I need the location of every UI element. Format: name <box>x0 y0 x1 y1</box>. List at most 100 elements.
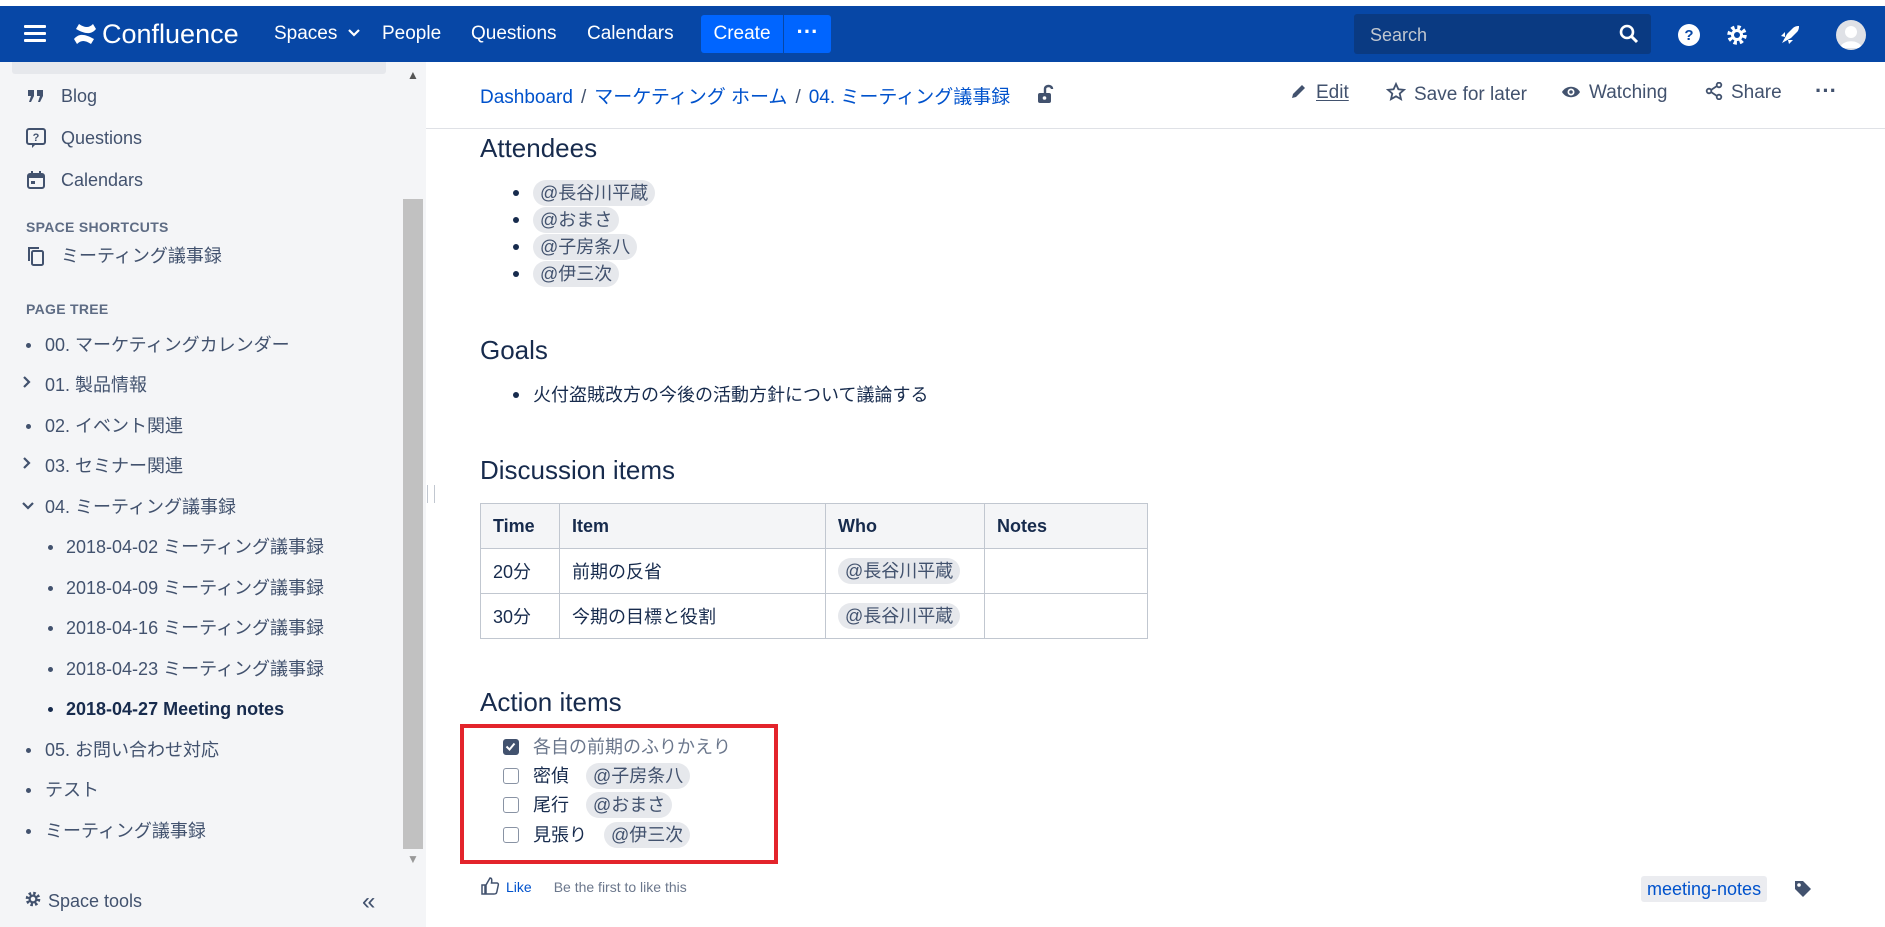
task-checkbox[interactable] <box>503 739 519 755</box>
tree-item[interactable]: テスト <box>26 775 99 805</box>
scroll-down-arrow[interactable]: ▼ <box>407 852 419 866</box>
breadcrumb-marketing-home[interactable]: マーケティング ホーム <box>594 87 787 108</box>
user-mention[interactable]: @長谷川平蔵 <box>533 180 656 206</box>
table-cell: @長谷川平蔵 <box>825 548 985 594</box>
tree-item[interactable]: 2018-04-09 ミーティング議事録 <box>48 573 324 603</box>
goal-item: 火付盗賊改方の今後の活動方針について議論する <box>513 382 928 408</box>
share-button[interactable]: Share <box>1705 82 1782 104</box>
sidebar-item-label: Calendars <box>61 170 144 190</box>
user-mention[interactable]: @おまさ <box>586 792 673 818</box>
bullet-icon <box>48 667 53 672</box>
tree-item[interactable]: 2018-04-16 ミーティング議事録 <box>48 613 324 643</box>
space-tools-button[interactable]: Space tools <box>24 890 142 912</box>
thumbs-up-icon[interactable] <box>480 876 500 896</box>
user-mention[interactable]: @子房条八 <box>586 763 691 789</box>
attendee-item: @おまさ <box>513 207 620 233</box>
bullet-icon <box>26 748 31 753</box>
search-box[interactable] <box>1354 14 1651 54</box>
breadcrumb-meeting-minutes[interactable]: 04. ミーティング議事録 <box>809 87 1011 108</box>
tree-item[interactable]: 02. イベント関連 <box>26 411 183 441</box>
tree-item-label: 00. マーケティングカレンダー <box>45 335 290 355</box>
tree-item-label: 2018-04-23 ミーティング議事録 <box>66 659 324 679</box>
table-cell <box>984 548 1148 594</box>
search-input[interactable] <box>1368 22 1612 48</box>
table-cell: 前期の反省 <box>559 548 826 594</box>
tree-item-label: 2018-04-02 ミーティング議事録 <box>66 537 324 557</box>
collapse-sidebar-icon[interactable]: « <box>362 888 375 916</box>
edit-button[interactable]: Edit <box>1290 82 1349 104</box>
svg-text:?: ? <box>33 132 40 144</box>
table-cell: 30分 <box>480 593 560 639</box>
task-checkbox[interactable] <box>503 797 519 813</box>
copy-icon <box>28 247 44 266</box>
watching-button[interactable]: Watching <box>1561 82 1668 104</box>
tree-item[interactable]: 01. 製品情報 <box>22 370 147 400</box>
questions-link[interactable]: Questions <box>471 6 557 62</box>
task-text: 密偵 <box>533 766 569 786</box>
menu-icon[interactable] <box>24 25 46 43</box>
table-row: 20分 前期の反省 @長谷川平蔵 <box>480 548 1148 594</box>
tree-item-label: 2018-04-27 Meeting notes <box>66 699 285 719</box>
discussion-table: Time Item Who Notes 20分 前期の反省 @長谷川平蔵 30分… <box>480 503 1148 639</box>
search-icon[interactable] <box>1619 24 1639 44</box>
table-cell <box>984 593 1148 639</box>
user-avatar[interactable] <box>1836 20 1866 50</box>
bullet-icon <box>26 829 31 834</box>
more-actions-button[interactable]: ··· <box>1815 78 1837 104</box>
create-more-button[interactable]: ··· <box>784 15 831 53</box>
confluence-logo-icon <box>74 24 96 44</box>
tree-item[interactable]: 05. お問い合わせ対応 <box>26 735 219 765</box>
save-for-later-button[interactable]: Save for later <box>1386 82 1527 106</box>
calendars-link[interactable]: Calendars <box>587 6 674 62</box>
chevron-right-icon[interactable] <box>22 451 32 481</box>
sidebar-item-partial[interactable] <box>12 62 386 74</box>
tree-item-current[interactable]: 2018-04-27 Meeting notes <box>48 694 284 724</box>
tree-item[interactable]: ミーティング議事録 <box>26 816 206 846</box>
svg-text:?: ? <box>1684 27 1693 44</box>
confluence-logo[interactable]: Confluence <box>72 6 239 62</box>
tag-icon[interactable] <box>1793 879 1813 899</box>
sidebar-item-label: Questions <box>61 128 143 148</box>
chevron-right-icon[interactable] <box>22 370 32 400</box>
tree-item-label: 04. ミーティング議事録 <box>45 497 236 517</box>
tree-item-label: 02. イベント関連 <box>45 416 184 436</box>
task-checkbox[interactable] <box>503 827 519 843</box>
logo-text: Confluence <box>102 19 239 49</box>
column-header: Who <box>825 503 985 549</box>
gear-icon[interactable] <box>1725 23 1749 47</box>
table-cell: 今期の目標と役割 <box>559 593 826 639</box>
task-checkbox[interactable] <box>503 768 519 784</box>
user-mention[interactable]: @伊三次 <box>533 261 620 287</box>
bullet-icon <box>48 545 53 550</box>
tree-item[interactable]: 03. セミナー関連 <box>22 451 183 481</box>
user-mention[interactable]: @伊三次 <box>604 822 691 848</box>
tree-item[interactable]: 00. マーケティングカレンダー <box>26 330 290 360</box>
scroll-up-arrow[interactable]: ▲ <box>407 68 419 82</box>
like-link[interactable]: Like <box>506 879 532 895</box>
user-mention[interactable]: @長谷川平蔵 <box>838 558 961 584</box>
pencil-icon <box>1292 85 1305 98</box>
spaces-menu[interactable]: Spaces <box>274 6 360 62</box>
user-mention[interactable]: @子房条八 <box>533 234 638 260</box>
help-icon[interactable]: ? <box>1677 23 1701 47</box>
chevron-down-icon <box>347 29 360 37</box>
user-mention[interactable]: @おまさ <box>533 207 620 233</box>
create-button[interactable]: Create <box>701 15 783 53</box>
tree-item[interactable]: 2018-04-23 ミーティング議事録 <box>48 654 324 684</box>
action-items-heading: Action items <box>480 687 622 717</box>
sidebar-resize-handle[interactable] <box>427 485 435 503</box>
tree-item[interactable]: 2018-04-02 ミーティング議事録 <box>48 532 324 562</box>
unlock-icon[interactable] <box>1036 84 1054 104</box>
chevron-down-icon[interactable] <box>22 492 34 522</box>
breadcrumb-dashboard[interactable]: Dashboard <box>480 87 573 108</box>
sidebar-scrollbar-thumb[interactable] <box>403 199 423 849</box>
bullet-icon <box>26 788 31 793</box>
label-tag[interactable]: meeting-notes <box>1641 876 1768 902</box>
breadcrumb-separator: / <box>580 87 587 108</box>
notifications-icon[interactable] <box>1778 23 1802 47</box>
user-mention[interactable]: @長谷川平蔵 <box>838 603 961 629</box>
people-link[interactable]: People <box>382 6 441 62</box>
bullet-icon <box>26 343 31 348</box>
tree-item[interactable]: 04. ミーティング議事録 <box>22 492 236 522</box>
page-tree-heading: PAGE TREE <box>26 301 109 317</box>
